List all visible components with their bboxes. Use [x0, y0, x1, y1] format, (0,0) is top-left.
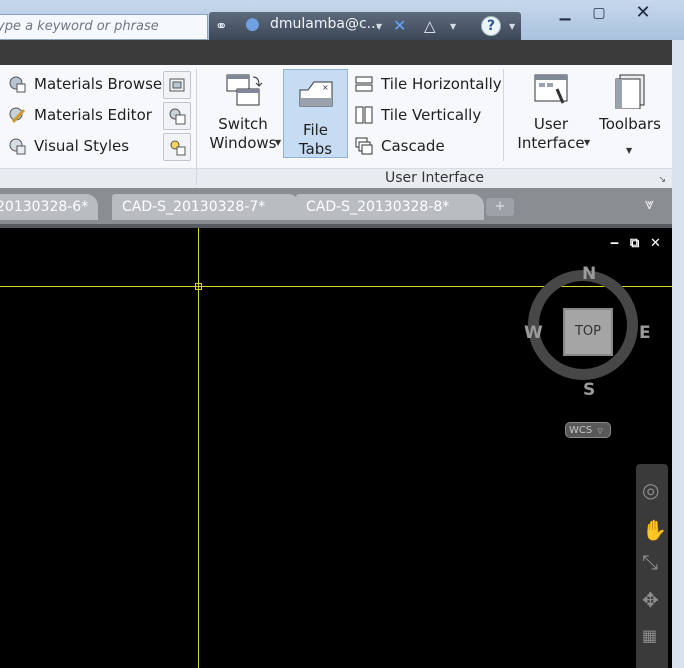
chevron-down-icon: ▽ — [597, 427, 603, 435]
window-border — [672, 40, 684, 668]
tile-horizontally-label: Tile Horizontally — [381, 75, 502, 93]
drawing-canvas[interactable]: ‒ ⧉ ✕ N S E W TOP WCS ▽ ◎ ✋ ⤡ ✥ ▦ — [0, 228, 672, 668]
binoculars-icon[interactable]: ⚭ — [215, 17, 228, 35]
a360-triangle-icon[interactable]: △ — [424, 17, 436, 35]
crosshair-pickbox — [195, 283, 202, 290]
chevron-down-icon: ▼ — [626, 146, 633, 155]
infocenter-bar: ⚭ ● dmulamba@c... ▼ ✕ △ ▼ ? ▼ — [209, 12, 521, 40]
minimize-button[interactable]: ▁ — [550, 5, 580, 23]
file-tabs-label: File Tabs — [298, 121, 333, 158]
user-interface-label-2: Interface — [517, 134, 585, 152]
compass-south[interactable]: S — [583, 380, 595, 400]
crosshair-vertical — [198, 228, 199, 668]
toolbars-label: Toolbars — [599, 115, 661, 133]
file-tabs-button[interactable]: × File Tabs — [283, 69, 348, 158]
viewport-minimize-icon[interactable]: ‒ — [610, 236, 619, 251]
tile-vertically-button[interactable]: Tile Vertically — [355, 106, 481, 124]
materials-browser-icon — [8, 75, 26, 93]
visual-styles-label: Visual Styles — [34, 137, 130, 155]
compass-north[interactable]: N — [582, 264, 596, 284]
panel-label-bar — [0, 168, 196, 188]
visual-styles-icon — [8, 137, 26, 155]
switch-windows-button[interactable]: Switch Windows ▼ — [209, 71, 281, 153]
sheet-set-icon[interactable] — [163, 102, 191, 130]
viewcube-top-face[interactable]: TOP — [563, 308, 613, 356]
materials-browser-button[interactable]: Materials Browser — [8, 75, 168, 93]
zoom-extents-icon[interactable]: ⤡ — [642, 550, 658, 574]
materials-editor-icon — [8, 106, 26, 124]
cascade-button[interactable]: Cascade — [355, 137, 445, 155]
switch-windows-icon — [226, 74, 263, 106]
compass-west[interactable]: W — [524, 323, 543, 343]
user-interface-button[interactable]: User Interface ▼ — [516, 71, 590, 153]
wcs-label: WCS — [569, 425, 593, 436]
tool-palettes-icon[interactable] — [163, 71, 191, 99]
file-tab-label: CAD-S_20130328-8* — [306, 199, 450, 215]
tab-overflow-icon[interactable]: ⩔ — [645, 194, 654, 214]
search-placeholder: ype a keyword or phrase — [0, 19, 159, 34]
svg-text:×: × — [322, 83, 329, 92]
toolbars-icon — [615, 74, 645, 109]
lights-icon[interactable] — [163, 133, 191, 161]
materials-editor-button[interactable]: Materials Editor — [8, 106, 152, 124]
exchange-x-icon[interactable]: ✕ — [393, 17, 406, 35]
wcs-menu[interactable]: WCS ▽ — [565, 422, 611, 438]
close-button[interactable]: ✕ — [628, 4, 658, 23]
tile-vertically-label: Tile Vertically — [381, 106, 482, 124]
chevron-down-icon: ▼ — [584, 138, 591, 147]
chevron-down-icon: ▼ — [275, 138, 282, 147]
viewcube-face-label: TOP — [574, 324, 601, 339]
toolbars-button[interactable]: Toolbars ▼ — [598, 71, 662, 155]
application-header-strip — [0, 40, 672, 65]
user-name[interactable]: dmulamba@c... — [270, 16, 380, 32]
compass-east[interactable]: E — [639, 323, 651, 343]
orbit-icon[interactable]: ✥ — [642, 588, 659, 612]
panel-title: User Interface — [384, 170, 485, 186]
cascade-label: Cascade — [381, 137, 445, 155]
cascade-icon — [355, 137, 373, 155]
tile-horizontally-button[interactable]: Tile Horizontally — [355, 75, 502, 93]
tile-horizontally-icon — [355, 75, 373, 93]
materials-editor-label: Materials Editor — [34, 106, 152, 124]
file-tab-bar: 20130328-6* CAD-S_20130328-7* CAD-S_2013… — [0, 188, 672, 224]
tile-vertically-icon — [355, 106, 373, 124]
panel-separator — [503, 69, 504, 161]
steering-wheel-icon[interactable]: ◎ — [642, 478, 659, 502]
file-tab[interactable]: CAD-S_20130328-7* — [112, 194, 300, 220]
user-interface-icon — [534, 74, 568, 104]
pan-icon[interactable]: ✋ — [642, 518, 667, 542]
maximize-button[interactable]: ▢ — [584, 5, 614, 23]
viewport-restore-icon[interactable]: ⧉ — [630, 236, 639, 251]
file-tab[interactable]: 20130328-6* — [0, 194, 98, 220]
user-interface-label-1: User — [533, 115, 569, 133]
new-tab-button[interactable]: + — [486, 198, 514, 216]
switch-windows-label-1: Switch — [218, 115, 268, 133]
chevron-down-icon[interactable]: ▼ — [509, 22, 515, 31]
title-bar: ype a keyword or phrase ⚭ ● dmulamba@c..… — [0, 0, 684, 40]
viewcube[interactable]: N S E W TOP — [524, 264, 651, 400]
file-tabs-icon: × — [299, 81, 332, 107]
search-input[interactable]: ype a keyword or phrase — [0, 14, 208, 40]
help-icon[interactable]: ? — [481, 16, 501, 36]
chevron-down-icon[interactable]: ▼ — [450, 22, 456, 31]
file-tab-label: CAD-S_20130328-7* — [122, 199, 266, 215]
navigation-bar: ◎ ✋ ⤡ ✥ ▦ — [636, 464, 668, 668]
user-icon[interactable]: ● — [245, 15, 260, 33]
switch-windows-label-2: Windows — [209, 134, 277, 152]
viewport-close-icon[interactable]: ✕ — [650, 236, 661, 251]
user-interface-panel-label: User Interface ↘ — [197, 168, 672, 188]
showmotion-icon[interactable]: ▦ — [642, 626, 657, 645]
chevron-down-icon[interactable]: ▼ — [376, 22, 382, 31]
visual-styles-button[interactable]: Visual Styles — [8, 137, 129, 155]
materials-browser-label: Materials Browser — [34, 75, 169, 93]
file-tab-label: 20130328-6* — [0, 199, 89, 215]
file-tab[interactable]: CAD-S_20130328-8* — [296, 194, 484, 220]
